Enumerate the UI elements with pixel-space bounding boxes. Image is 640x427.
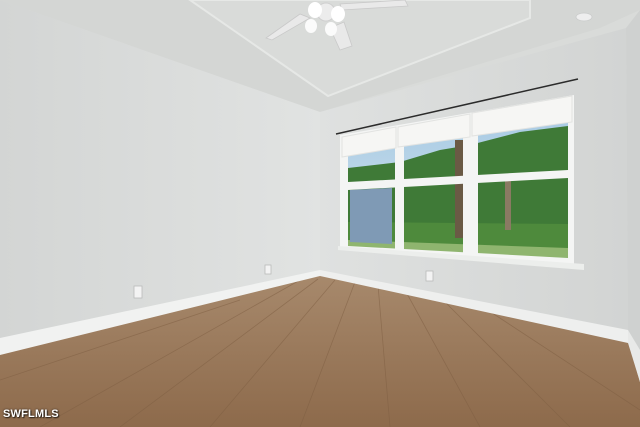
fan-light-1 [308, 2, 322, 18]
fan-light-4 [325, 22, 337, 36]
wall-outlet-right [425, 270, 434, 282]
watermark: SWFLMLS [3, 408, 59, 420]
window-mullion-1 [395, 145, 404, 253]
wall-outlet-corner [264, 264, 272, 275]
palm-trunk [455, 140, 463, 238]
far-right-wall [626, 10, 640, 382]
room-scene [0, 0, 640, 427]
fan-light-3 [305, 19, 317, 33]
wall-outlet-left [133, 285, 143, 299]
fan-light-2 [331, 6, 345, 22]
neighbor-building [350, 188, 392, 244]
window-mullion-2 [463, 132, 478, 257]
smoke-detector [575, 12, 593, 22]
empty-room-photo: SWFLMLS [0, 0, 640, 427]
palm-trunk-2 [505, 180, 511, 230]
